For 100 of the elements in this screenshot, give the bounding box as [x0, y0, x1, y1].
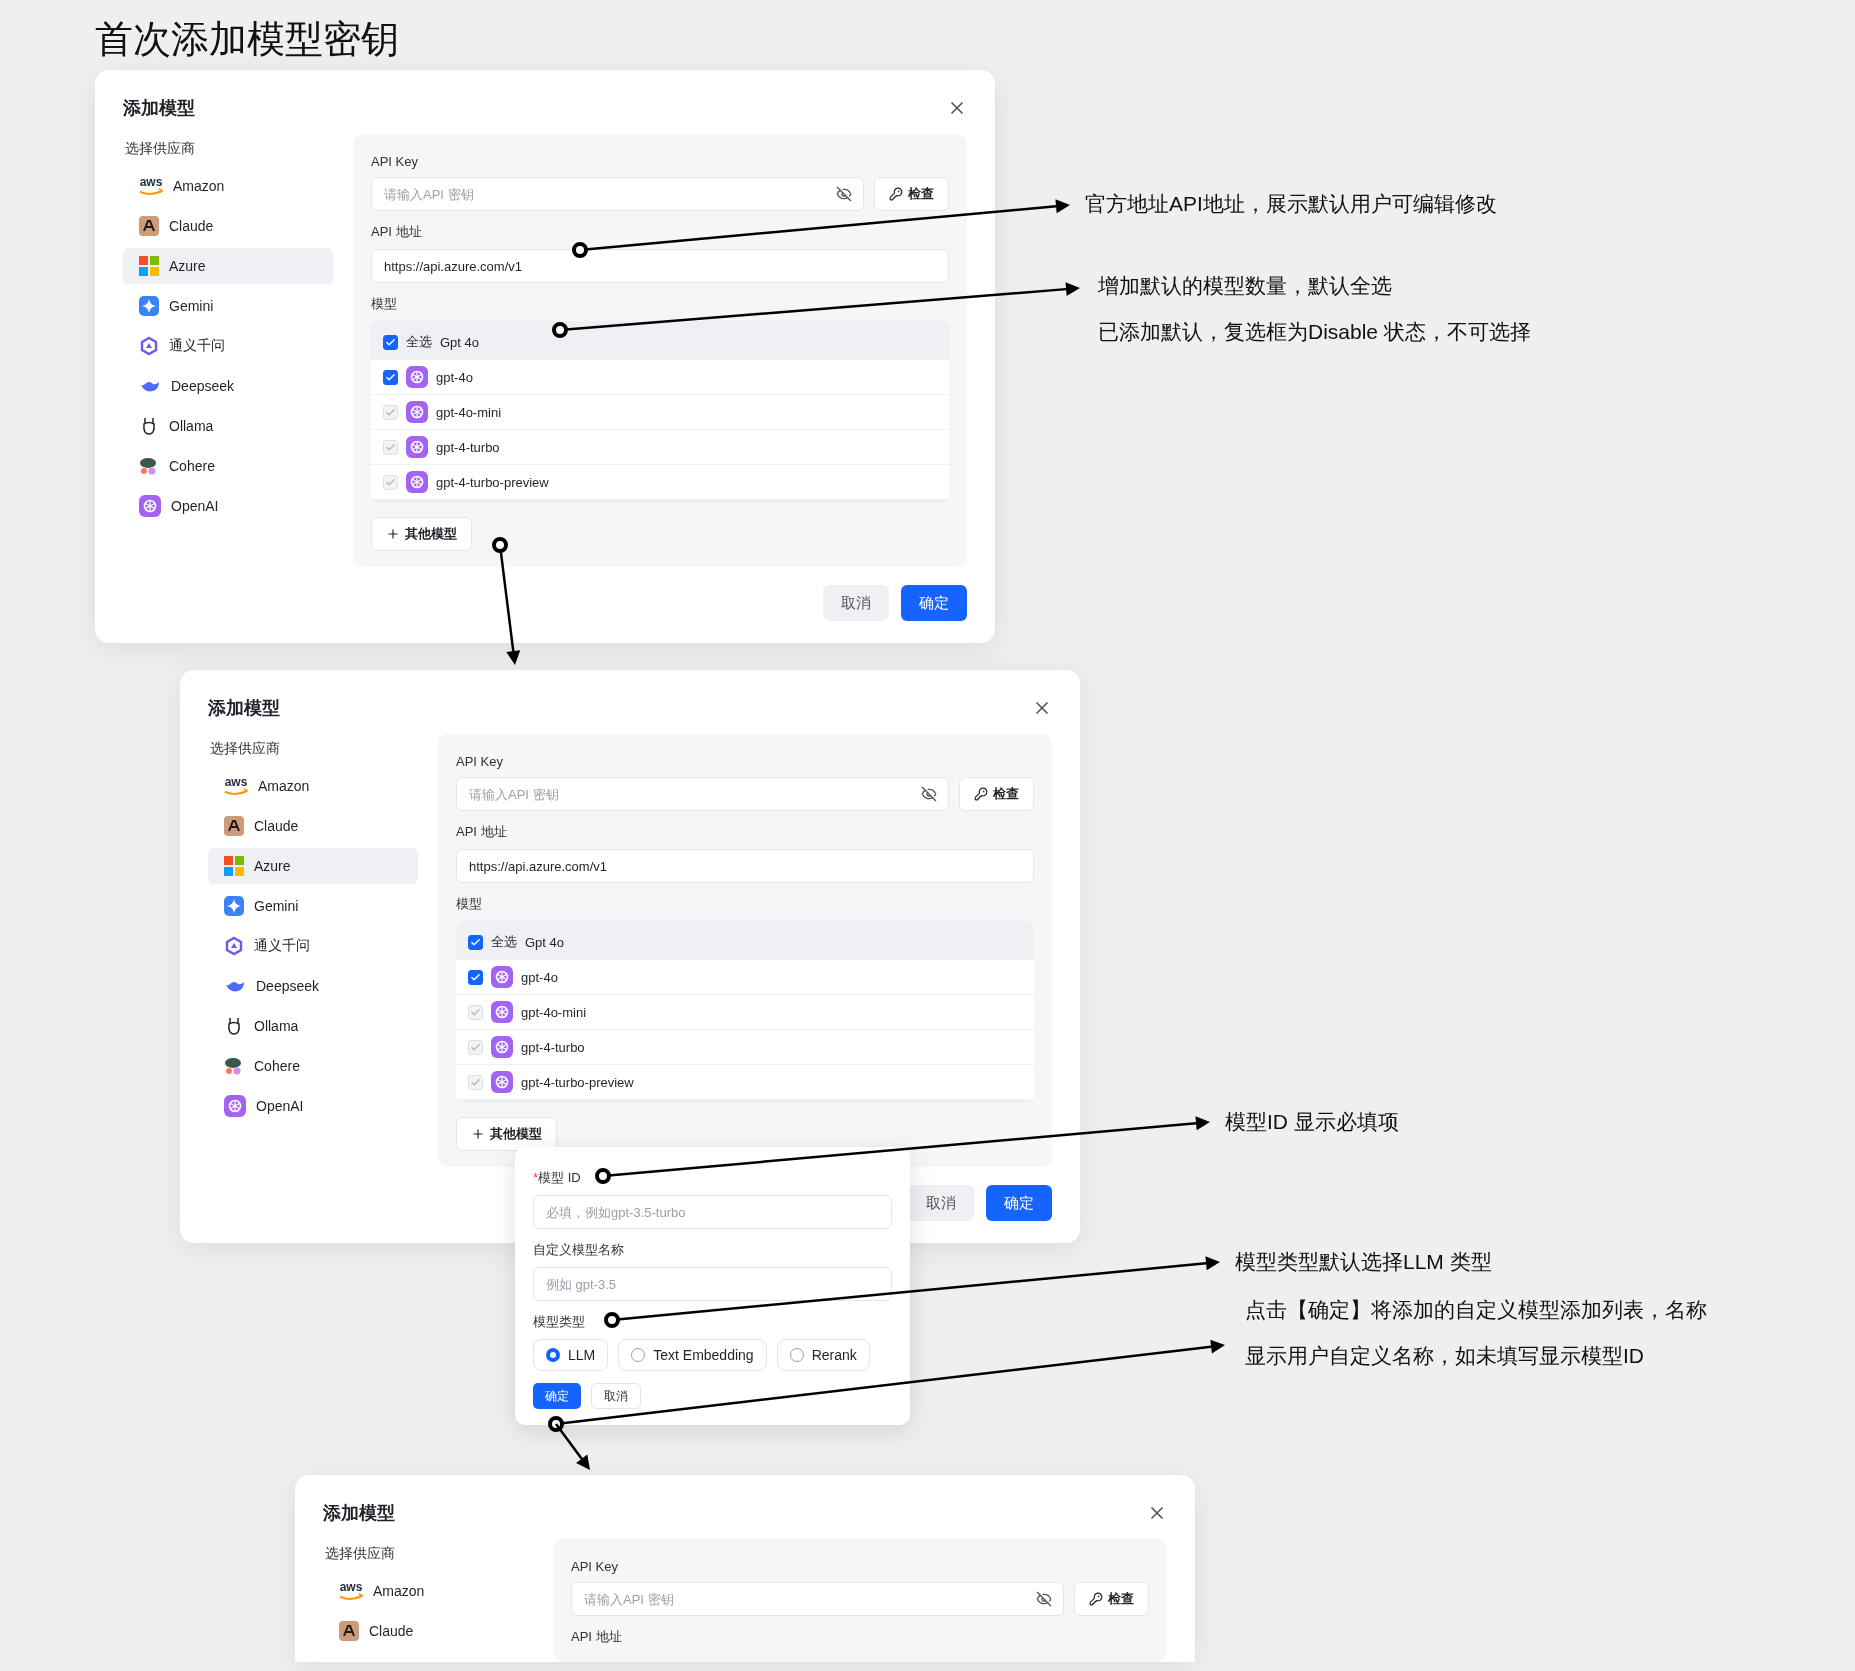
provider-item[interactable]: OpenAI — [208, 1088, 418, 1124]
provider-item[interactable]: Ollama — [208, 1008, 418, 1044]
api-url-field[interactable]: https://api.azure.com/v1 — [371, 249, 949, 283]
api-key-field[interactable]: 请输入API 密钥 — [571, 1582, 1064, 1616]
provider-item[interactable]: Deepseek — [208, 968, 418, 1004]
provider-name: Claude — [254, 818, 299, 834]
dialog-title: 添加模型 — [208, 697, 280, 720]
checkbox[interactable] — [468, 969, 483, 985]
annotation-text: 模型ID 显示必填项 — [1225, 1109, 1399, 1135]
eye-off-icon[interactable] — [921, 786, 937, 802]
model-name: gpt-4-turbo — [521, 1039, 585, 1055]
confirm-button[interactable]: 确定 — [901, 585, 967, 621]
check-icon — [470, 971, 481, 983]
checkbox[interactable] — [383, 369, 398, 385]
eye-off-icon[interactable] — [836, 186, 852, 202]
hexagon-star-icon — [139, 336, 159, 356]
annotation-text: 点击【确定】将添加的自定义模型添加列表，名称 — [1245, 1297, 1707, 1323]
check-button[interactable]: 检查 — [874, 177, 949, 211]
add-model-button[interactable]: 其他模型 — [371, 517, 472, 551]
provider-item[interactable]: Gemini — [123, 288, 333, 324]
api-key-field[interactable]: 请输入API 密钥 — [456, 777, 949, 811]
claude-logo-icon — [339, 1621, 359, 1641]
checkbox[interactable] — [468, 934, 483, 950]
eye-off-icon[interactable] — [1036, 1591, 1052, 1607]
radio-option[interactable]: LLM — [533, 1339, 609, 1371]
provider-item[interactable]: aws Amazon — [123, 168, 333, 204]
model-name: gpt-4-turbo-preview — [436, 474, 549, 490]
provider-name: Claude — [169, 218, 214, 234]
api-key-field[interactable]: 请输入API 密钥 — [371, 177, 864, 211]
provider-name: Ollama — [169, 418, 214, 434]
model-name: gpt-4o — [521, 969, 558, 985]
provider-name: Amazon — [373, 1583, 425, 1599]
provider-item[interactable]: Ollama — [123, 408, 333, 444]
provider-name: Gemini — [169, 298, 214, 314]
provider-item[interactable]: Azure — [123, 248, 333, 284]
provider-name: OpenAI — [171, 498, 219, 514]
annotation-text: 模型类型默认选择LLM 类型 — [1235, 1249, 1492, 1275]
field-label: *模型 ID — [533, 1169, 582, 1187]
radio-option[interactable]: Rerank — [776, 1339, 870, 1371]
section-label: 选择供应商 — [210, 740, 281, 758]
field-label: 自定义模型名称 — [533, 1241, 625, 1259]
field-label: 模型类型 — [533, 1313, 586, 1331]
key-icon — [1089, 1592, 1103, 1606]
select-all-label: 全选 — [491, 933, 517, 951]
model-name: gpt-4o-mini — [436, 404, 502, 420]
model-name: gpt-4-turbo-preview — [521, 1074, 634, 1090]
radio-option[interactable]: Text Embedding — [618, 1339, 767, 1371]
field-label: API 地址 — [571, 1628, 623, 1646]
provider-item[interactable]: 通义千问 — [123, 328, 333, 364]
add-model-button[interactable]: 其他模型 — [456, 1117, 557, 1151]
windows-logo-icon — [139, 256, 159, 276]
provider-item[interactable]: Claude — [123, 208, 333, 244]
cancel-button[interactable]: 取消 — [908, 1185, 974, 1221]
annotation-text: 显示用户自定义名称，如未填写显示模型ID — [1245, 1343, 1645, 1369]
provider-item[interactable]: aws Amazon — [323, 1573, 533, 1609]
confirm-button[interactable]: 确定 — [533, 1383, 581, 1409]
checkbox[interactable] — [383, 334, 398, 350]
provider-name: Cohere — [169, 458, 215, 474]
cohere-logo-icon — [224, 1056, 244, 1076]
windows-logo-icon — [224, 856, 244, 876]
provider-item[interactable]: 通义千问 — [208, 928, 418, 964]
cancel-button[interactable]: 取消 — [591, 1383, 641, 1409]
api-url-field[interactable]: https://api.azure.com/v1 — [456, 849, 1034, 883]
dialog-title: 添加模型 — [123, 97, 195, 120]
provider-item[interactable]: Gemini — [208, 888, 418, 924]
provider-name: Deepseek — [171, 378, 235, 394]
model-id-field[interactable]: 必填，例如gpt-3.5-turbo — [533, 1195, 892, 1229]
field-label: API 地址 — [371, 223, 423, 241]
provider-item[interactable]: Deepseek — [123, 368, 333, 404]
provider-name: Gemini — [254, 898, 299, 914]
check-icon — [385, 371, 396, 383]
provider-item[interactable]: Claude — [208, 808, 418, 844]
provider-name: Claude — [369, 1623, 414, 1639]
model-name: gpt-4o-mini — [521, 1004, 587, 1020]
claude-logo-icon — [224, 816, 244, 836]
provider-name: OpenAI — [256, 1098, 304, 1114]
aws-logo-text: aws — [139, 176, 163, 188]
provider-item[interactable]: Cohere — [208, 1048, 418, 1084]
provider-name: Amazon — [258, 778, 310, 794]
select-all-label: 全选 — [406, 333, 432, 351]
model-name: gpt-4o — [436, 369, 473, 385]
field-label: API Key — [371, 154, 419, 169]
cancel-button[interactable]: 取消 — [823, 585, 889, 621]
check-button[interactable]: 检查 — [1074, 1582, 1149, 1616]
field-label: 模型 — [456, 895, 483, 913]
provider-item[interactable]: Claude — [323, 1613, 533, 1649]
model-name: gpt-4-turbo — [436, 439, 500, 455]
provider-name: Amazon — [173, 178, 225, 194]
confirm-button[interactable]: 确定 — [986, 1185, 1052, 1221]
provider-item[interactable]: aws Amazon — [208, 768, 418, 804]
field-label: API Key — [571, 1559, 619, 1574]
provider-item[interactable]: Cohere — [123, 448, 333, 484]
plus-icon — [471, 1127, 485, 1141]
aws-logo-icon — [339, 1592, 363, 1601]
model-name-field[interactable]: 例如 gpt-3.5 — [533, 1267, 892, 1301]
provider-name: Azure — [254, 858, 291, 874]
provider-item[interactable]: OpenAI — [123, 488, 333, 524]
check-button[interactable]: 检查 — [959, 777, 1034, 811]
annotation-text: 增加默认的模型数量，默认全选 — [1098, 273, 1393, 299]
provider-item[interactable]: Azure — [208, 848, 418, 884]
